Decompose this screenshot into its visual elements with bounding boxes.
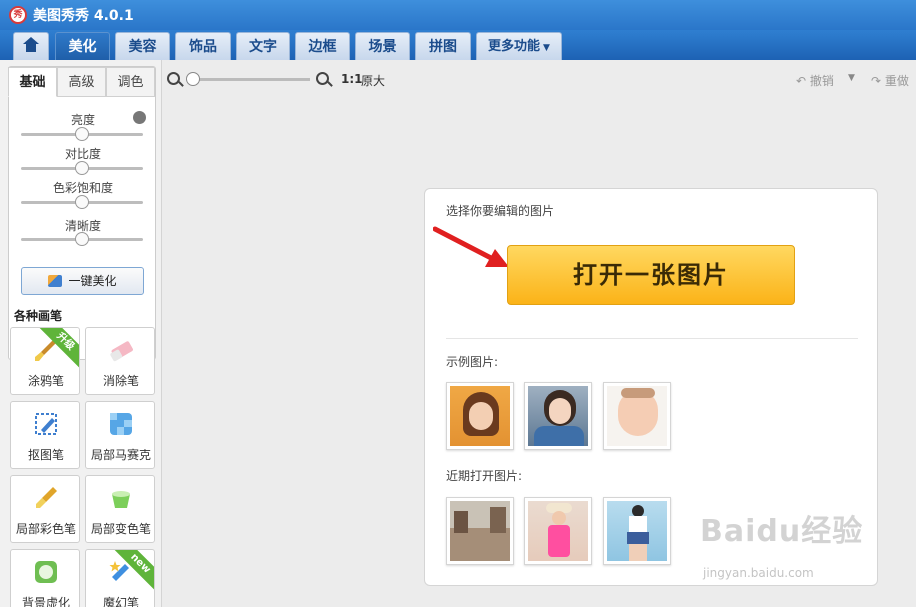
tool-label: 局部变色笔: [90, 522, 151, 536]
recolor-brush-tool[interactable]: 局部变色笔: [85, 475, 155, 543]
recolor-brush-icon: [112, 491, 130, 508]
contrast-label: 对比度: [64, 147, 101, 161]
sample-image-3-picture: [607, 386, 667, 446]
recent-image-1-picture: [450, 501, 510, 561]
open-image-button[interactable]: 打开一张图片: [507, 245, 795, 305]
sample-image-3[interactable]: [603, 382, 671, 450]
magic-wand-icon: [48, 275, 63, 287]
zoom-slider-thumb[interactable]: [186, 72, 200, 86]
tab-collage[interactable]: 拼图: [415, 32, 471, 60]
sample-image-2-picture: [528, 386, 588, 446]
recent-image-3-picture: [607, 501, 667, 561]
tab-beauty[interactable]: 美容: [115, 32, 170, 60]
undo-icon: ↶: [796, 74, 810, 88]
recent-image-1[interactable]: [446, 497, 514, 565]
home-tab[interactable]: [13, 32, 49, 60]
subtab-tone[interactable]: 调色: [106, 67, 155, 97]
watermark-url: jingyan.baidu.com: [703, 566, 814, 580]
app-title: 美图秀秀 4.0.1: [33, 8, 134, 24]
zoom-in-icon[interactable]: [316, 72, 329, 85]
original-size-label[interactable]: 原大: [361, 72, 385, 89]
magic-pen-tool[interactable]: new 魔幻笔: [85, 549, 155, 607]
tab-frame[interactable]: 边框: [295, 32, 350, 60]
sample-images-label: 示例图片:: [446, 355, 499, 369]
tool-label: 局部马赛克: [90, 448, 151, 462]
tool-label: 消除笔: [102, 374, 139, 388]
redo-icon: ↷: [871, 74, 885, 88]
one-click-beautify-button[interactable]: 一键美化: [21, 267, 144, 295]
cutout-pen-icon: [35, 413, 57, 435]
recent-image-2[interactable]: [524, 497, 592, 565]
undo-label: 撤销: [809, 74, 834, 88]
redo-label: 重做: [884, 74, 909, 88]
blur-background-tool[interactable]: 背景虚化: [10, 549, 80, 607]
left-panel: 基础 高级 调色 亮度 对比度 色彩饱和度 清晰度 一键美化 各种画笔 升级 涂…: [0, 60, 162, 607]
saturation-slider-thumb[interactable]: [75, 195, 89, 209]
tool-label: 魔幻笔: [102, 596, 139, 607]
brushes-heading: 各种画笔: [14, 309, 63, 323]
tab-beautify[interactable]: 美化: [55, 32, 110, 60]
main-nav: 美化 美容 饰品 文字 边框 场景 拼图 更多功能 ▼: [0, 30, 916, 60]
tab-text[interactable]: 文字: [236, 32, 290, 60]
watermark-logo: Baidu经验: [700, 514, 864, 549]
card-title: 选择你要编辑的图片: [446, 204, 555, 218]
red-arrow-icon: [433, 226, 509, 267]
more-features-tab[interactable]: 更多功能 ▼: [476, 32, 562, 60]
home-icon: [23, 37, 39, 52]
more-features-label: 更多功能: [488, 39, 541, 54]
mosaic-brush-tool[interactable]: 局部马赛克: [85, 401, 155, 469]
contrast-slider-thumb[interactable]: [75, 161, 89, 175]
subtab-basic[interactable]: 基础: [8, 67, 57, 97]
mosaic-icon: [110, 413, 132, 435]
color-brush-icon: [36, 487, 57, 508]
tool-label: 抠图笔: [27, 448, 64, 462]
tool-label: 涂鸦笔: [27, 374, 64, 388]
tab-accessories[interactable]: 饰品: [175, 32, 231, 60]
recent-image-2-picture: [528, 501, 588, 561]
cutout-brush-tool[interactable]: 抠图笔: [10, 401, 80, 469]
color-brush-tool[interactable]: 局部彩色笔: [10, 475, 80, 543]
divider: [446, 338, 858, 339]
recent-images-label: 近期打开图片:: [446, 469, 523, 483]
eraser-icon: [110, 341, 133, 362]
app-logo: 秀: [9, 6, 27, 24]
zoom-slider[interactable]: [188, 78, 310, 81]
brightness-slider-thumb[interactable]: [75, 127, 89, 141]
blur-background-icon: [35, 561, 57, 583]
sample-image-1-picture: [450, 386, 510, 446]
brightness-label: 亮度: [70, 113, 95, 127]
title-bar: 秀 美图秀秀 4.0.1: [0, 0, 916, 30]
zoom-out-icon[interactable]: [167, 72, 180, 85]
sample-image-2[interactable]: [524, 382, 592, 450]
undo-button[interactable]: ↶ 撤销: [796, 72, 834, 89]
tab-scene[interactable]: 场景: [355, 32, 410, 60]
redo-button[interactable]: ↷ 重做: [871, 72, 909, 89]
recent-image-3[interactable]: [603, 497, 671, 565]
sharpness-slider-thumb[interactable]: [75, 232, 89, 246]
doodle-brush-tool[interactable]: 升级 涂鸦笔: [10, 327, 80, 395]
tool-label: 局部彩色笔: [15, 522, 76, 536]
actual-size-button[interactable]: 1:1: [341, 72, 363, 86]
saturation-label: 色彩饱和度: [52, 181, 113, 195]
sample-image-1[interactable]: [446, 382, 514, 450]
eraser-brush-tool[interactable]: 消除笔: [85, 327, 155, 395]
one-click-beautify-label: 一键美化: [68, 274, 117, 288]
chevron-down-icon: ▼: [543, 43, 550, 53]
subtab-advanced[interactable]: 高级: [57, 67, 106, 97]
tool-label: 背景虚化: [21, 596, 70, 607]
undo-dropdown-icon[interactable]: ▼: [848, 73, 855, 83]
